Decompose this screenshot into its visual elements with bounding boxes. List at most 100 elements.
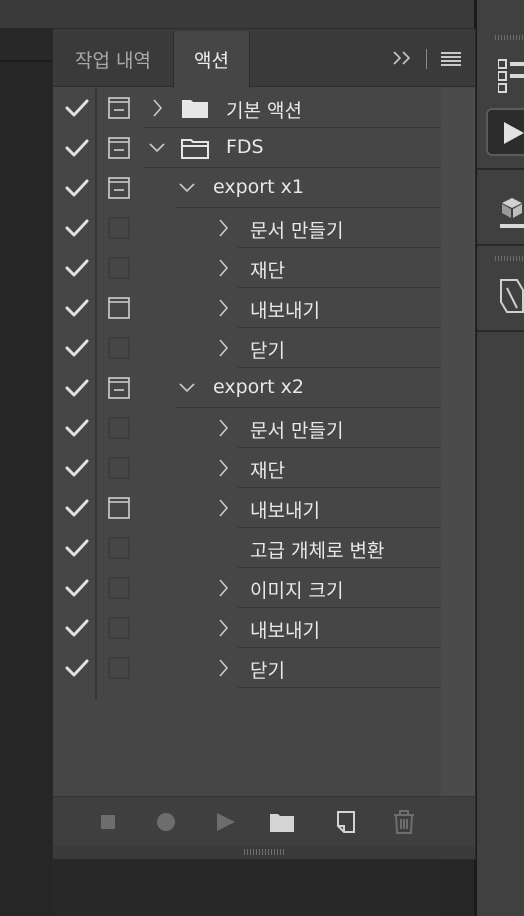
dialog-toggle-icon[interactable] [108,497,130,519]
dialog-toggle-icon[interactable] [108,297,130,319]
panel-tab-bar: 작업 내역 액션 [53,29,475,88]
action-label: 내보내기 [250,500,320,522]
check-icon[interactable] [65,656,89,680]
action-row[interactable]: FDS [53,128,441,168]
action-row[interactable]: 기본 액션 [53,88,441,128]
action-row[interactable]: 문서 만들기 [53,408,441,448]
chevron-down-icon[interactable] [179,179,195,197]
dialog-toggle-icon[interactable] [108,617,130,639]
check-icon[interactable] [65,376,89,400]
action-label: 이미지 크기 [250,580,344,602]
dialog-toggle-icon[interactable] [108,217,130,239]
app-top-strip [0,0,524,28]
check-icon[interactable] [65,296,89,320]
3d-panel-indicator [500,224,524,228]
dialog-toggle-icon[interactable] [108,457,130,479]
action-row[interactable]: export x2 [53,368,441,408]
panel-options-icon[interactable] [498,58,524,94]
glyph-panel-icon[interactable] [497,278,524,314]
panel-resize-grip[interactable] [53,846,475,859]
chevron-right-icon[interactable] [215,459,231,477]
check-icon[interactable] [65,136,89,160]
action-row[interactable]: 재단 [53,448,441,488]
action-label: 기본 액션 [226,100,302,122]
action-row[interactable]: 내보내기 [53,488,441,528]
check-icon[interactable] [65,336,89,360]
delete-button[interactable] [391,809,417,835]
chevron-right-icon[interactable] [215,219,231,237]
collapse-panel-button[interactable] [391,45,413,71]
new-set-button[interactable] [269,809,295,835]
dock-grip[interactable] [495,35,524,40]
dialog-toggle-icon[interactable] [108,337,130,359]
tab-history[interactable]: 작업 내역 [53,31,173,87]
action-row[interactable]: 내보내기 [53,288,441,328]
double-chevron-right-icon [393,51,411,65]
new-action-button[interactable] [333,809,359,835]
check-icon[interactable] [65,256,89,280]
check-icon[interactable] [65,416,89,440]
action-label: FDS [226,136,264,158]
check-icon[interactable] [65,576,89,600]
chevron-right-icon[interactable] [215,579,231,597]
action-label: 재단 [250,260,285,282]
actions-panel: 작업 내역 액션 기본 액션 FDS export x1 문서 만들기 재단 내보내기 닫기… [52,28,476,860]
action-row[interactable]: 재단 [53,248,441,288]
stop-icon [101,815,115,829]
chevron-right-icon[interactable] [149,99,165,117]
dialog-toggle-icon[interactable] [108,97,130,119]
dock-grip[interactable] [495,256,524,261]
action-row[interactable]: 닫기 [53,648,441,688]
check-icon[interactable] [65,96,89,120]
action-list: 기본 액션 FDS export x1 문서 만들기 재단 내보내기 닫기 export x2… [53,88,475,796]
action-label: 고급 개체로 변환 [250,540,385,562]
chevron-right-icon[interactable] [215,299,231,317]
check-icon[interactable] [65,176,89,200]
dialog-toggle-icon[interactable] [108,577,130,599]
dialog-toggle-icon[interactable] [108,377,130,399]
chevron-down-icon[interactable] [179,379,195,397]
action-row[interactable]: export x1 [53,168,441,208]
play-button[interactable] [213,809,239,835]
action-row[interactable]: 고급 개체로 변환 [53,528,441,568]
record-button[interactable] [153,809,179,835]
actions-panel-toggle[interactable] [486,108,524,156]
trash-icon [394,810,414,834]
chevron-right-icon[interactable] [215,499,231,517]
stop-button[interactable] [95,809,121,835]
action-row[interactable]: 닫기 [53,328,441,368]
action-label: export x1 [213,176,304,198]
new-action-icon [337,811,355,833]
document-canvas-area [0,62,52,916]
chevron-right-icon[interactable] [215,419,231,437]
action-label: 재단 [250,460,285,482]
action-row[interactable]: 문서 만들기 [53,208,441,248]
hamburger-menu-icon [441,52,461,66]
action-label: 내보내기 [250,620,320,642]
action-label: 닫기 [250,340,285,362]
tab-actions[interactable]: 액션 [173,31,250,88]
chevron-right-icon[interactable] [215,339,231,357]
action-row[interactable]: 이미지 크기 [53,568,441,608]
scrollbar[interactable] [441,88,475,796]
dialog-toggle-icon[interactable] [108,257,130,279]
action-row[interactable]: 내보내기 [53,608,441,648]
check-icon[interactable] [65,536,89,560]
dialog-toggle-icon[interactable] [108,137,130,159]
chevron-down-icon[interactable] [149,139,165,157]
panel-menu-button[interactable] [441,45,463,71]
check-icon[interactable] [65,496,89,520]
check-icon[interactable] [65,616,89,640]
chevron-right-icon[interactable] [215,619,231,637]
dialog-toggle-icon[interactable] [108,537,130,559]
check-icon[interactable] [65,456,89,480]
chevron-right-icon[interactable] [215,659,231,677]
chevron-right-icon[interactable] [215,259,231,277]
dialog-toggle-icon[interactable] [108,177,130,199]
dialog-toggle-icon[interactable] [108,657,130,679]
check-icon[interactable] [65,216,89,240]
folder-open-icon [181,139,209,159]
3d-cube-icon[interactable] [500,196,524,220]
dialog-toggle-icon[interactable] [108,417,130,439]
dock-separator [477,330,524,332]
